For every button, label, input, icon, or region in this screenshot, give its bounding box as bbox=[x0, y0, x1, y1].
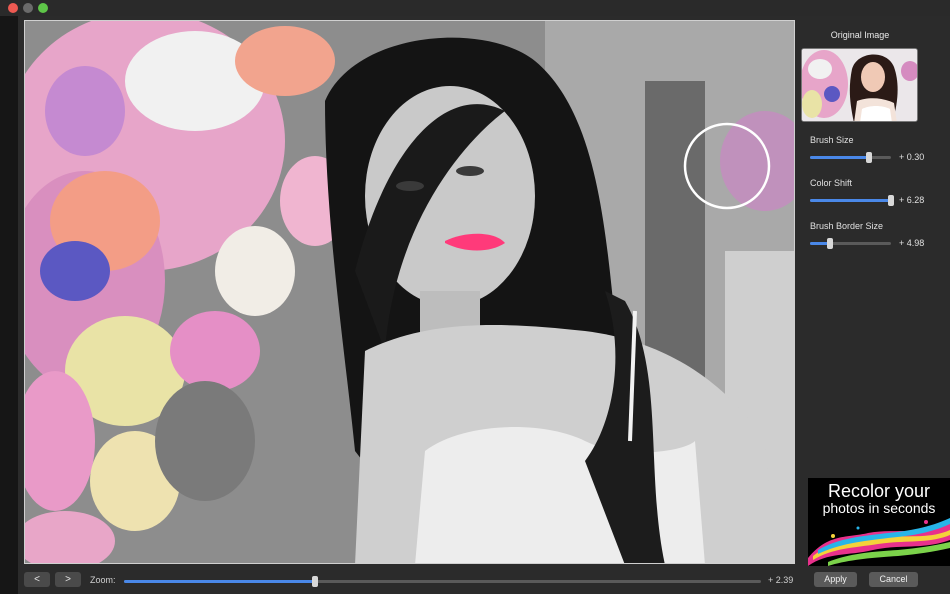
zoom-fill bbox=[124, 580, 316, 583]
zoom-window-button[interactable] bbox=[38, 3, 48, 13]
original-image-title: Original Image bbox=[830, 30, 890, 40]
zoom-value: + 2.39 bbox=[768, 575, 794, 585]
photo-canvas[interactable] bbox=[24, 20, 795, 564]
photo-illustration bbox=[25, 21, 794, 563]
zoom-knob[interactable] bbox=[312, 576, 319, 587]
left-margin bbox=[0, 16, 18, 594]
color-shift-knob[interactable] bbox=[888, 195, 894, 206]
zoom-slider[interactable] bbox=[124, 576, 761, 587]
brush-border-size-knob[interactable] bbox=[827, 238, 834, 249]
brush-border-size-label: Brush Border Size bbox=[810, 221, 884, 231]
promo-banner: Recolor your photos in seconds bbox=[808, 478, 950, 566]
color-shift-slider[interactable] bbox=[810, 195, 894, 206]
color-shift-label: Color Shift bbox=[810, 178, 853, 188]
brush-border-size-value: + 4.98 bbox=[899, 238, 925, 248]
brush-size-label: Brush Size bbox=[810, 135, 854, 145]
minimize-window-button[interactable] bbox=[23, 3, 33, 13]
previous-button[interactable]: < bbox=[24, 572, 50, 587]
color-shift-fill bbox=[810, 199, 891, 202]
brush-size-fill bbox=[810, 156, 870, 159]
paint-splash-icon bbox=[808, 518, 950, 566]
title-bar bbox=[0, 0, 950, 16]
brush-size-slider[interactable] bbox=[810, 152, 891, 163]
brush-border-size-slider[interactable] bbox=[810, 238, 891, 249]
cancel-button[interactable]: Cancel bbox=[869, 572, 918, 587]
next-button[interactable]: > bbox=[55, 572, 81, 587]
apply-button[interactable]: Apply bbox=[814, 572, 857, 587]
close-window-button[interactable] bbox=[8, 3, 18, 13]
color-shift-value: + 6.28 bbox=[899, 195, 925, 205]
brush-size-value: + 0.30 bbox=[899, 152, 925, 162]
brush-size-knob[interactable] bbox=[866, 152, 873, 163]
zoom-label: Zoom: bbox=[90, 575, 116, 585]
original-image-thumbnail bbox=[801, 48, 918, 122]
